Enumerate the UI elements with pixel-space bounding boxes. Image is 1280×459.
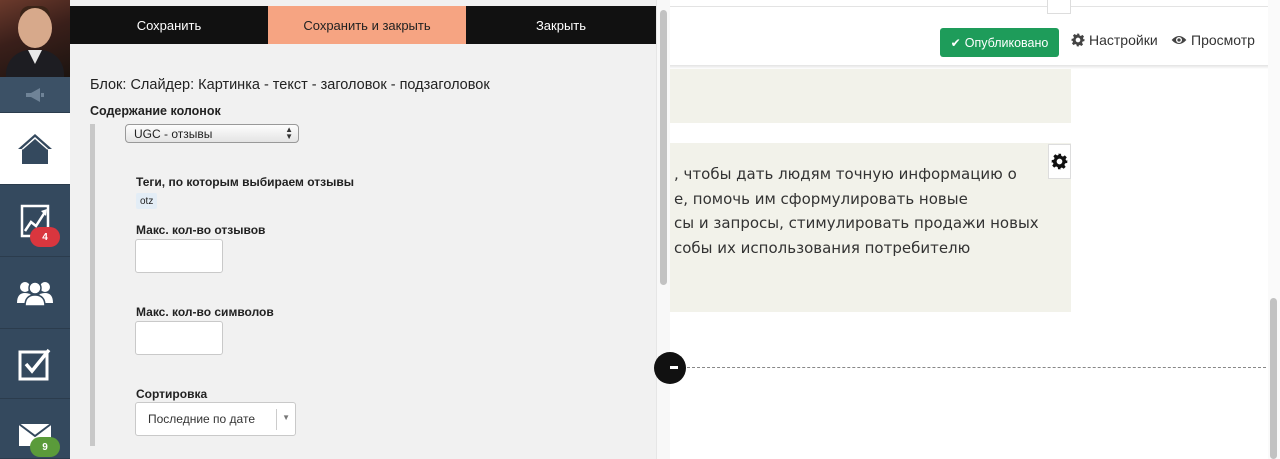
close-button[interactable]: Закрыть [466, 6, 656, 44]
sidebar-item-users[interactable] [0, 257, 70, 329]
save-button[interactable]: Сохранить [70, 6, 268, 44]
settings-link[interactable]: Настройки [1071, 32, 1158, 48]
users-icon [17, 280, 53, 307]
preview-label: Просмотр [1191, 32, 1255, 48]
max-reviews-input[interactable] [135, 239, 223, 273]
content-line: собы их использования потребителю [674, 238, 971, 257]
settings-label: Настройки [1089, 32, 1158, 48]
editor-toolbar: Сохранить Сохранить и закрыть Закрыть [70, 6, 656, 44]
content-line: е, помочь им сформулировать новые [674, 189, 968, 208]
sidebar: 4 9 [0, 0, 70, 459]
content-block-top[interactable] [670, 69, 1071, 123]
add-block-button[interactable] [654, 352, 686, 384]
select-separator [276, 409, 277, 430]
columns-label: Содержание колонок [90, 104, 221, 118]
section-divider [90, 124, 95, 446]
save-and-close-button[interactable]: Сохранить и закрыть [268, 6, 466, 44]
sort-label: Сортировка [136, 387, 208, 401]
content-line: сы и запросы, стимулировать продажи новы… [674, 214, 1039, 232]
gear-icon [1071, 33, 1085, 47]
sidebar-item-home[interactable] [0, 113, 70, 185]
avatar-head [18, 8, 52, 48]
sidebar-item-mail[interactable]: 9 [0, 399, 70, 459]
page-scrollbar-thumb[interactable] [1270, 298, 1277, 459]
stats-badge: 4 [30, 227, 60, 247]
checkbox-icon [18, 348, 51, 380]
columns-select[interactable]: UGC - отзывы ▲ ▼ [125, 124, 299, 143]
max-chars-input[interactable] [135, 321, 223, 355]
published-label: Опубликовано [964, 35, 1049, 50]
select-arrows-icon: ▲ ▼ [285, 125, 293, 141]
plus-icon [670, 366, 678, 369]
block-title: Блок: Слайдер: Картинка - текст - заголо… [90, 77, 490, 93]
content-line: , чтобы дать людям точную информацию о [674, 165, 1017, 183]
columns-select-value: UGC - отзывы [134, 126, 213, 141]
max-chars-label: Макс. кол-во символов [136, 305, 274, 319]
header-top-border [670, 6, 1270, 7]
home-icon [18, 133, 52, 164]
check-icon: ✔ [950, 35, 961, 50]
tag-chip[interactable]: otz [136, 193, 158, 209]
sort-select-value: Последние по дате [148, 412, 256, 426]
content-paragraph: , чтобы дать людям точную информацию о е… [674, 162, 1054, 260]
sidebar-item-announcements[interactable] [0, 77, 70, 113]
max-reviews-label: Макс. кол-во отзывов [136, 223, 266, 237]
top-block-handle[interactable] [1047, 0, 1071, 14]
eye-icon [1171, 36, 1187, 44]
speaker-icon [26, 87, 44, 102]
block-insert-line [682, 367, 1266, 368]
tags-label: Теги, по которым выбираем отзывы [136, 175, 354, 189]
editor-scrollbar-thumb[interactable] [660, 10, 667, 285]
chevron-down-icon: ▼ [282, 413, 290, 422]
mail-badge: 9 [30, 437, 60, 457]
preview-link[interactable]: Просмотр [1171, 32, 1255, 48]
sidebar-item-tasks[interactable] [0, 329, 70, 399]
published-button[interactable]: ✔ Опубликовано [940, 28, 1059, 57]
avatar[interactable] [0, 0, 70, 77]
sidebar-item-statistics[interactable]: 4 [0, 185, 70, 257]
sort-select[interactable]: Последние по дате ▼ [135, 402, 296, 436]
